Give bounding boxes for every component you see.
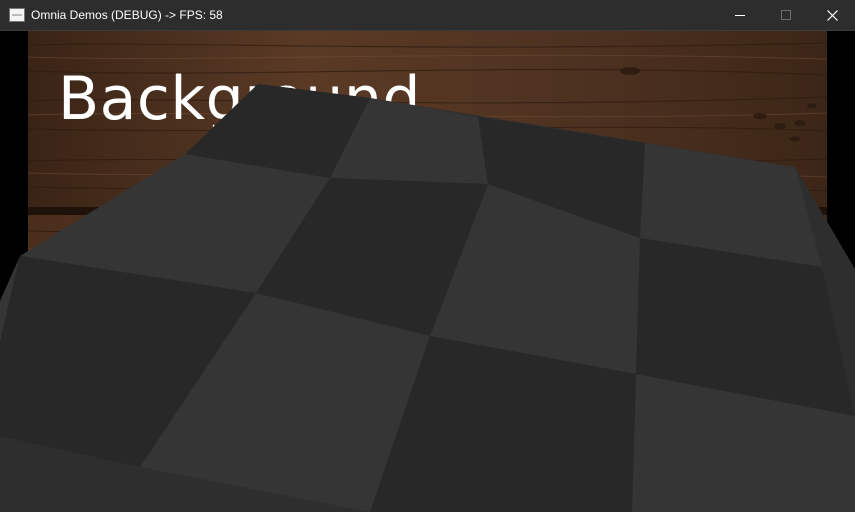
maximize-button[interactable] bbox=[763, 0, 809, 31]
maximize-icon bbox=[781, 10, 791, 20]
render-viewport[interactable]: Background bbox=[0, 31, 855, 512]
app-window: Omnia Demos (DEBUG) -> FPS: 58 Backgroun… bbox=[0, 0, 855, 512]
close-icon bbox=[827, 10, 838, 21]
window-title: Omnia Demos (DEBUG) -> FPS: 58 bbox=[31, 8, 223, 22]
checkerboard-floor bbox=[0, 84, 855, 512]
close-button[interactable] bbox=[809, 0, 855, 31]
app-icon bbox=[9, 8, 25, 22]
title-bar[interactable]: Omnia Demos (DEBUG) -> FPS: 58 bbox=[0, 0, 855, 31]
minimize-icon bbox=[735, 15, 745, 16]
minimize-button[interactable] bbox=[717, 0, 763, 31]
